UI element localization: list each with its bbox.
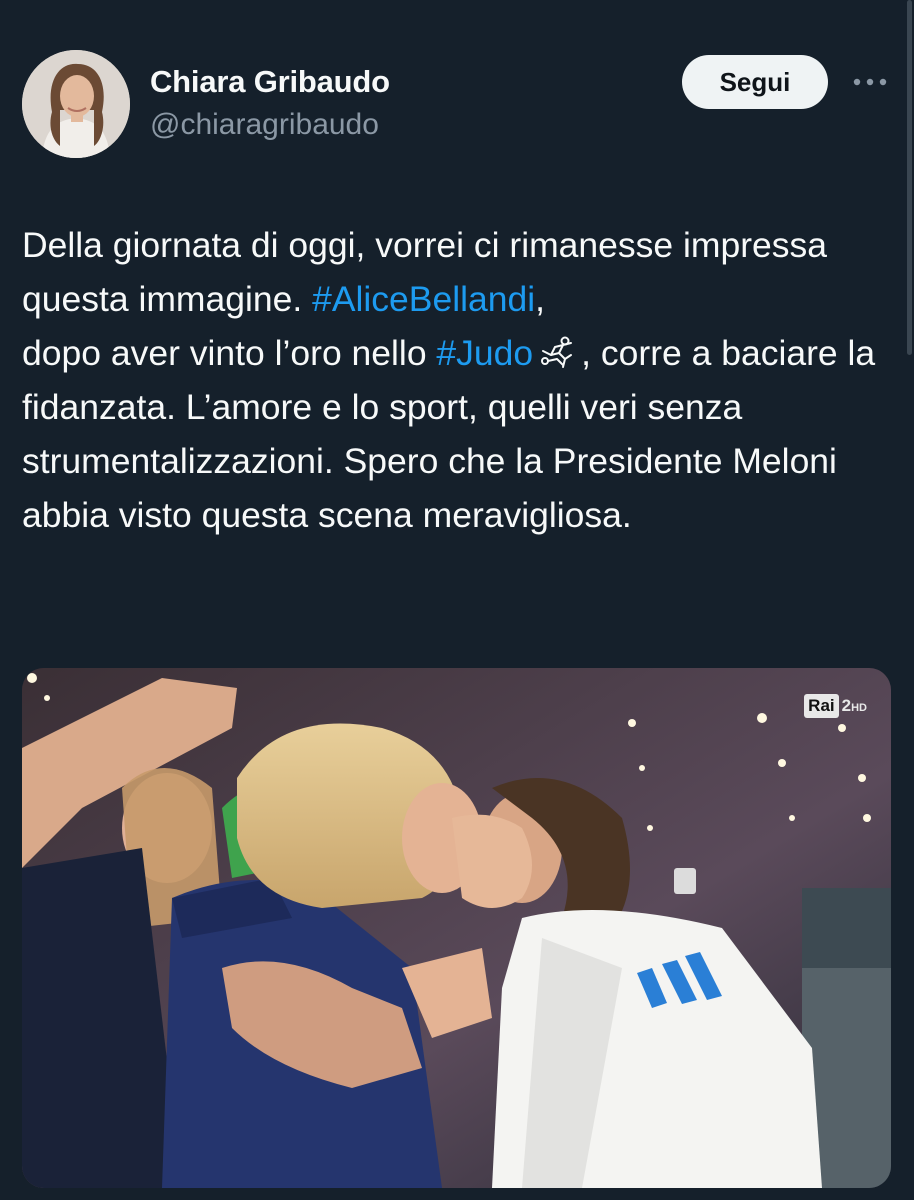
- tweet: Chiara Gribaudo @chiaragribaudo Segui De…: [0, 0, 914, 1200]
- post-text-segment: ,: [535, 279, 545, 319]
- more-horizontal-icon[interactable]: [850, 64, 890, 100]
- hashtag-link[interactable]: #AliceBellandi: [312, 279, 535, 319]
- post-text: Della giornata di oggi, vorrei ci rimane…: [22, 218, 882, 542]
- avatar-photo: [22, 50, 130, 158]
- channel-logo-number: 2HD: [841, 696, 867, 715]
- avatar[interactable]: [22, 50, 130, 158]
- author-handle[interactable]: @chiaragribaudo: [150, 108, 379, 142]
- scrollbar[interactable]: [906, 0, 914, 1200]
- judo-emoji-icon: [535, 330, 579, 368]
- post-media-image[interactable]: Rai 2HD: [22, 668, 891, 1188]
- author-name[interactable]: Chiara Gribaudo: [150, 64, 390, 100]
- media-photo: [22, 668, 891, 1188]
- scrollbar-thumb[interactable]: [907, 0, 912, 355]
- channel-logo-name: Rai: [804, 694, 839, 718]
- post-text-segment: dopo aver vinto l’oro nello: [22, 333, 437, 373]
- channel-logo: Rai 2HD: [804, 694, 867, 718]
- follow-button[interactable]: Segui: [682, 55, 828, 109]
- hashtag-link[interactable]: #Judo: [436, 333, 533, 373]
